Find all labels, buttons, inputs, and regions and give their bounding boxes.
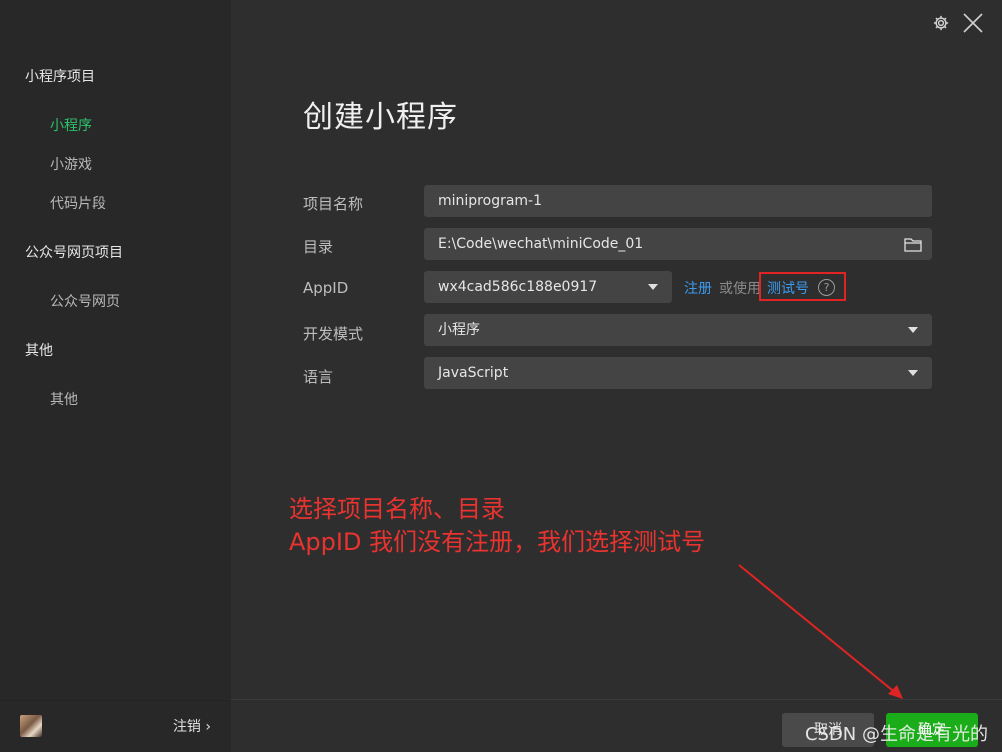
sidebar-item-official-web[interactable]: 公众号网页 [50, 291, 120, 311]
sidebar-item-minigame[interactable]: 小游戏 [50, 154, 92, 174]
project-name-value: miniprogram-1 [438, 193, 543, 209]
register-link[interactable]: 注册 [684, 278, 712, 298]
project-name-input[interactable]: miniprogram-1 [424, 185, 932, 217]
avatar[interactable] [20, 715, 42, 737]
directory-input[interactable]: E:\Code\wechat\miniCode_01 [424, 228, 932, 260]
sidebar-item-other[interactable]: 其他 [50, 389, 78, 409]
language-value: JavaScript [438, 365, 509, 381]
page-title: 创建小程序 [303, 100, 458, 135]
annotation-line-1: 选择项目名称、目录 [289, 495, 505, 523]
highlight-box [759, 272, 846, 301]
language-select[interactable]: JavaScript [424, 357, 932, 389]
or-use-text: 或使用 [719, 281, 761, 297]
sidebar-group-other: 其他 [25, 343, 53, 359]
folder-icon[interactable] [904, 236, 922, 252]
chevron-down-icon [908, 370, 918, 376]
close-icon[interactable] [962, 12, 984, 34]
watermark: CSDN @生命是有光的 [804, 724, 988, 745]
logout-button[interactable]: 注销 › [173, 716, 211, 736]
directory-value: E:\Code\wechat\miniCode_01 [438, 236, 644, 252]
sidebar: 小程序项目 小程序 小游戏 代码片段 公众号网页项目 公众号网页 其他 其他 注… [0, 0, 231, 752]
appid-value: wx4cad586c188e0917 [438, 279, 598, 295]
dev-mode-value: 小程序 [438, 322, 480, 338]
chevron-down-icon [908, 327, 918, 333]
sidebar-group-miniprogram: 小程序项目 [25, 69, 95, 85]
dev-mode-select[interactable]: 小程序 [424, 314, 932, 346]
sidebar-item-code-snippet[interactable]: 代码片段 [50, 193, 106, 213]
annotation-line-2: AppID 我们没有注册，我们选择测试号 [289, 528, 706, 556]
sidebar-footer: 注销 › [0, 700, 231, 752]
chevron-down-icon [648, 284, 658, 290]
sidebar-group-official-web: 公众号网页项目 [25, 245, 123, 261]
directory-label: 目录 [303, 238, 334, 256]
appid-label: AppID [303, 279, 349, 297]
gear-icon[interactable] [930, 12, 952, 34]
project-name-label: 项目名称 [303, 195, 364, 213]
dev-mode-label: 开发模式 [303, 325, 364, 343]
appid-select[interactable]: wx4cad586c188e0917 [424, 271, 672, 303]
sidebar-item-miniprogram[interactable]: 小程序 [50, 115, 92, 135]
window-controls [930, 12, 984, 34]
language-label: 语言 [303, 368, 334, 386]
